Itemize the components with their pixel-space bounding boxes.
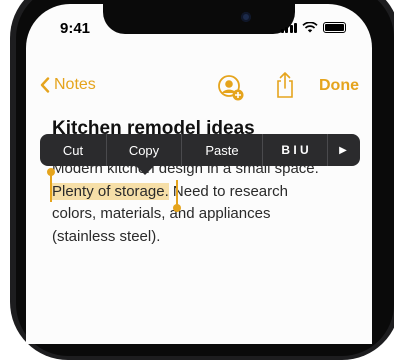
format-menu-item[interactable]: B I U [263,134,327,166]
share-person-icon[interactable] [217,74,245,102]
menu-pointer [136,166,154,175]
camera-dot [241,12,251,22]
edit-menu: Cut Copy Paste B I U ▶ [40,134,360,166]
note-line: Plenty of storage. Need to research [52,181,372,204]
selection-end-handle[interactable] [173,180,181,212]
status-time: 9:41 [60,20,91,37]
notch [103,4,295,34]
status-icons [280,22,346,33]
note-body[interactable]: Modern kitchen design in a small space. … [52,158,372,248]
nav-bar: Notes Done [26,71,372,104]
note-line: (stainless steel). [52,227,161,245]
paste-menu-item[interactable]: Paste [182,134,262,166]
done-button[interactable]: Done [319,77,359,95]
note-line: colors, materials, and appliances [52,205,271,222]
note-line-rest: Need to research [168,182,288,200]
more-menu-item[interactable]: ▶ [328,134,358,166]
selection-start-handle[interactable] [47,168,55,202]
share-icon[interactable] [275,71,295,99]
back-label: Notes [54,76,96,93]
chevron-left-icon [40,77,50,93]
back-button[interactable]: Notes [40,76,96,94]
cut-menu-item[interactable]: Cut [40,134,106,166]
copy-menu-item[interactable]: Copy [107,134,181,166]
battery-icon [323,22,346,33]
signal-icon [280,23,297,33]
selected-text[interactable]: Plenty of storage. [52,182,169,200]
wifi-icon [302,22,318,33]
